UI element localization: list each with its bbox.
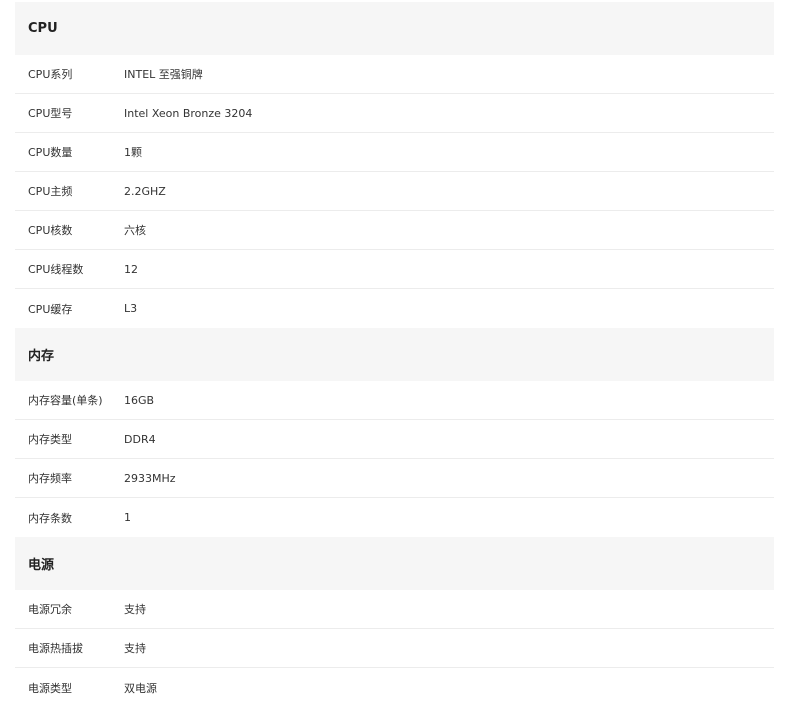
spec-value: 六核	[124, 224, 146, 237]
spec-value: 2.2GHZ	[124, 184, 166, 198]
section-header-memory: 内存	[15, 328, 774, 381]
spec-row-cpu-series: CPU系列 INTEL 至强铜牌	[15, 55, 774, 94]
spec-label: 电源热插拔	[28, 642, 83, 655]
spec-value: Intel Xeon Bronze 3204	[124, 106, 253, 120]
spec-row-power-type: 电源类型 双电源	[15, 668, 774, 707]
spec-label: CPU型号	[28, 107, 73, 120]
spec-label: 内存频率	[28, 472, 72, 485]
spec-row-memory-type: 内存类型 DDR4	[15, 420, 774, 459]
spec-label: CPU核数	[28, 224, 73, 237]
spec-row-cpu-threads: CPU线程数 12	[15, 250, 774, 289]
spec-row-power-hotswap: 电源热插拔 支持	[15, 629, 774, 668]
spec-row-power-redundancy: 电源冗余 支持	[15, 590, 774, 629]
spec-value: 支持	[124, 642, 146, 655]
spec-table: CPU CPU系列 INTEL 至强铜牌 CPU型号 Intel Xeon Br…	[15, 2, 774, 707]
spec-value: 双电源	[124, 681, 157, 695]
spec-value: 1	[124, 511, 131, 524]
section-title: 电源	[28, 558, 55, 573]
spec-row-cpu-model: CPU型号 Intel Xeon Bronze 3204	[15, 94, 774, 133]
section-header-power: 电源	[15, 537, 774, 590]
spec-label: 内存条数	[28, 511, 72, 525]
spec-value: INTEL 至强铜牌	[124, 68, 203, 81]
spec-label: 电源类型	[28, 681, 72, 695]
section-title: CPU	[28, 21, 58, 36]
spec-label: 电源冗余	[28, 603, 72, 616]
spec-label: CPU线程数	[28, 263, 84, 276]
spec-row-cpu-cores: CPU核数 六核	[15, 211, 774, 250]
spec-label: CPU缓存	[28, 302, 73, 316]
spec-value: 12	[124, 262, 138, 276]
spec-label: 内存容量(单条)	[28, 394, 103, 407]
spec-row-memory-frequency: 内存频率 2933MHz	[15, 459, 774, 498]
section-header-cpu: CPU	[15, 2, 774, 55]
spec-row-memory-capacity: 内存容量(单条) 16GB	[15, 381, 774, 420]
spec-row-cpu-count: CPU数量 1颗	[15, 133, 774, 172]
spec-value: L3	[124, 302, 138, 315]
section-title: 内存	[28, 349, 55, 364]
spec-value: DDR4	[124, 432, 156, 446]
spec-value: 2933MHz	[124, 471, 176, 485]
spec-value: 1颗	[124, 146, 142, 159]
spec-label: CPU主频	[28, 185, 73, 198]
spec-label: CPU系列	[28, 68, 73, 81]
spec-row-cpu-frequency: CPU主频 2.2GHZ	[15, 172, 774, 211]
spec-label: CPU数量	[28, 146, 73, 159]
spec-value: 支持	[124, 603, 146, 616]
spec-value: 16GB	[124, 393, 155, 407]
spec-row-memory-count: 内存条数 1	[15, 498, 774, 537]
spec-label: 内存类型	[28, 433, 72, 446]
spec-row-cpu-cache: CPU缓存 L3	[15, 289, 774, 328]
